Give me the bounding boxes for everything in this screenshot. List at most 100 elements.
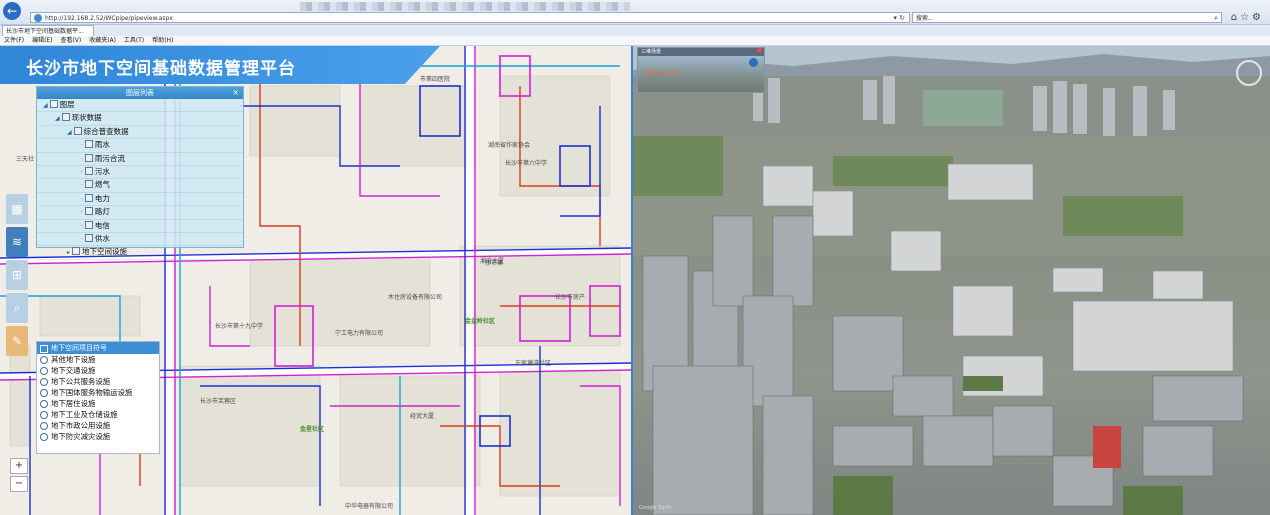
layer-row-underground[interactable]: ▸ 地下空间设施: [37, 246, 243, 260]
refresh-icon[interactable]: ▾ ↻: [893, 13, 905, 24]
map-label-5: 木住房设备有限公司: [388, 294, 443, 301]
facility-icon: [40, 367, 48, 375]
layer-label: 现状数据: [71, 113, 102, 123]
legend-toggle-icon[interactable]: [40, 345, 48, 353]
layer-checkbox[interactable]: [84, 180, 93, 189]
legend-item: 地下防灾减灾设施: [37, 431, 159, 442]
layer-row-survey[interactable]: ◢ 综合普查数据: [37, 126, 243, 140]
scene-inset-header: 三维场景 ●: [638, 47, 764, 56]
layer-label: 电信: [94, 220, 110, 230]
layer-row-combined[interactable]: · 雨污合流: [37, 153, 243, 166]
expand-icon[interactable]: ▸: [67, 247, 70, 259]
tree-dot-icon: ·: [81, 222, 83, 230]
layer-checkbox[interactable]: [84, 153, 93, 162]
tree-dot-icon: ·: [81, 168, 83, 176]
layer-row-streetlight[interactable]: · 路灯: [37, 206, 243, 220]
layer-row-power[interactable]: · 电力: [37, 193, 243, 207]
layer-label: 雨水: [94, 140, 110, 150]
layer-label: 雨污合流: [94, 153, 125, 163]
home-star-gear-icons[interactable]: ⌂☆⚙: [1231, 12, 1264, 23]
eye-icon[interactable]: [749, 58, 758, 67]
map-label-13: 长沙市芙蓉区: [200, 398, 237, 405]
layer-checkbox[interactable]: [49, 100, 58, 108]
layer-checkbox[interactable]: [84, 193, 93, 202]
menu-help[interactable]: 帮助(H): [152, 37, 173, 44]
legend-panel: 地下空间项目符号 其他地下设施 地下交通设施 地下公共服务设施 地下国体服务物输…: [36, 341, 160, 454]
layer-row-sewage[interactable]: · 污水: [37, 166, 243, 180]
layer-checkbox[interactable]: [84, 220, 93, 229]
menu-edit[interactable]: 编辑(E): [32, 37, 52, 44]
tree-dot-icon: ·: [81, 142, 83, 150]
expand-icon[interactable]: ◢: [43, 100, 48, 112]
tree-dot-icon: ·: [81, 182, 83, 190]
legend-item: 地下市政公用设施: [37, 420, 159, 431]
legend-header: 地下空间项目符号: [37, 342, 159, 354]
layer-label: 燃气: [94, 180, 110, 190]
menu-file[interactable]: 文件(F): [4, 37, 24, 44]
layer-checkbox[interactable]: [61, 113, 70, 122]
pipe-map[interactable]: 市第四医院 湖南省作家协会 长沙市第六中学 沙市第 木住房设备有限公司 金盆岭社…: [0, 46, 631, 515]
layer-label: 污水: [94, 166, 110, 176]
layer-checkbox[interactable]: [73, 126, 82, 135]
facility-icon: [40, 378, 48, 386]
address-bar[interactable]: http://192.168.2.52/WCpipe/pipeview.aspx…: [30, 12, 910, 23]
layer-label: 综合普查数据: [83, 126, 129, 136]
close-icon[interactable]: ×: [232, 87, 239, 99]
edit-icon[interactable]: ✎: [6, 326, 28, 356]
expand-icon[interactable]: ◢: [67, 127, 72, 139]
page-title: 长沙市地下空间基础数据管理平台: [26, 59, 296, 79]
close-icon[interactable]: ●: [757, 47, 762, 55]
layer-label: 地下空间设施: [82, 247, 128, 257]
facility-icon: [40, 400, 48, 408]
address-text: http://192.168.2.52/WCpipe/pipeview.aspx: [45, 15, 173, 22]
tree-dot-icon: ·: [81, 235, 83, 243]
layer-checkbox[interactable]: [84, 207, 93, 216]
tree-dot-icon: ·: [81, 209, 83, 217]
expand-icon[interactable]: ◢: [55, 113, 60, 125]
zoom-in-button[interactable]: +: [10, 458, 28, 474]
query-icon[interactable]: ⌕: [6, 293, 28, 323]
search-input[interactable]: 搜索... ⌕: [912, 12, 1222, 23]
search-icon[interactable]: ⌕: [1214, 13, 1218, 24]
menu-favorites[interactable]: 收藏夹(A): [89, 37, 116, 44]
facility-icon: [40, 433, 48, 441]
map-label-1: 市第四医院: [420, 76, 451, 83]
legend-label: 地下工业及仓储设施: [51, 410, 118, 419]
legend-item: 地下国体服务物输运设施: [37, 387, 159, 398]
layer-checkbox[interactable]: [72, 247, 81, 256]
map-tool-icon[interactable]: ▦: [6, 194, 28, 224]
search-placeholder: 搜索...: [916, 15, 934, 22]
browser-tab[interactable]: 长沙市地下空间基础数据平...: [2, 25, 94, 36]
legend-label: 地下交通设施: [51, 366, 96, 375]
layer-row-water-supply[interactable]: · 供水: [37, 233, 243, 247]
zoom-control: + −: [10, 458, 28, 494]
map-label-11: 中华电器有限公司: [345, 503, 394, 510]
menu-tools[interactable]: 工具(T): [124, 37, 144, 44]
map-label-7: 宁工电力有限公司: [335, 330, 384, 337]
layer-row-current[interactable]: ◢ 现状数据: [37, 112, 243, 126]
map-label-2: 湖南省作家协会: [488, 142, 531, 149]
legend-label: 地下防灾减灾设施: [51, 432, 111, 441]
facility-icon: [40, 389, 48, 397]
layer-row-rainwater[interactable]: · 雨水: [37, 139, 243, 153]
facility-icon: [40, 411, 48, 419]
compass-icon[interactable]: [1236, 60, 1262, 86]
zoom-out-button[interactable]: −: [10, 476, 28, 492]
map-label-6: 金盆岭社区: [465, 318, 496, 325]
layer-checkbox[interactable]: [84, 166, 93, 175]
layer-row-root[interactable]: ◢ 图层: [37, 99, 243, 113]
3d-scene-view[interactable]: 三维场景 ● 当前比例 100% Google Earth: [633, 46, 1270, 515]
menu-view[interactable]: 查看(V): [60, 37, 81, 44]
layer-checkbox[interactable]: [84, 140, 93, 149]
layer-row-gas[interactable]: · 燃气: [37, 179, 243, 193]
tree-dot-icon: ·: [81, 155, 83, 163]
tab-title: 长沙市地下空间基础数据平...: [6, 28, 84, 35]
layer-checkbox[interactable]: [84, 233, 93, 242]
legend-item: 地下公共服务设施: [37, 376, 159, 387]
back-arrow-icon[interactable]: ←: [3, 2, 21, 20]
layer-row-telecom[interactable]: · 电信: [37, 220, 243, 233]
measure-icon[interactable]: ⊞: [6, 260, 28, 290]
legend-label: 地下市政公用设施: [51, 421, 111, 430]
layers-icon[interactable]: ≋: [6, 227, 28, 257]
scale-readout: 当前比例 100%: [644, 71, 680, 77]
